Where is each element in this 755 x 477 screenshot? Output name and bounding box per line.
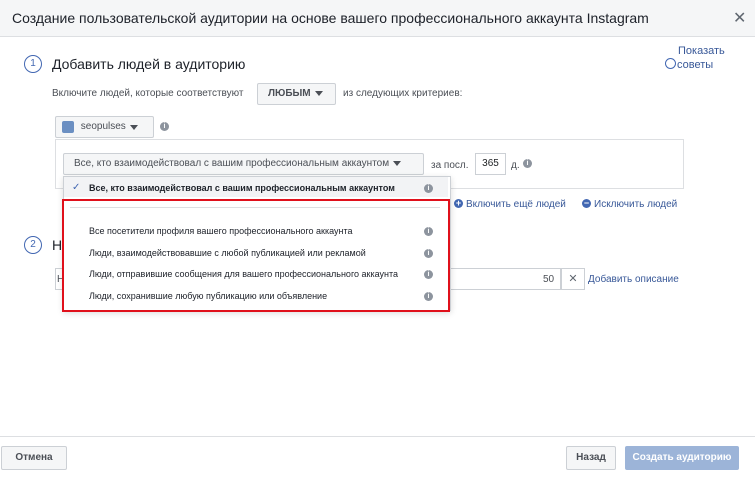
dropdown-divider xyxy=(70,207,440,208)
dropdown-option[interactable]: Люди, отправившие сообщения для вашего п… xyxy=(89,269,398,279)
info-icon[interactable]: i xyxy=(424,292,433,301)
show-tips-link[interactable]: Показать xyxy=(678,45,725,57)
include-more-link[interactable]: Включить ещё людей xyxy=(466,199,566,210)
step-1-number: 1 xyxy=(24,55,42,73)
account-selector[interactable]: seopulses xyxy=(55,116,154,138)
tips-icon xyxy=(665,58,676,69)
chevron-down-icon xyxy=(393,160,402,166)
days-input[interactable]: 365 xyxy=(475,153,506,175)
include-suffix-text: из следующих критериев: xyxy=(343,88,463,99)
period-label: за посл. xyxy=(431,160,469,171)
dropdown-option[interactable]: Все посетители профиля вашего профессион… xyxy=(89,226,352,236)
back-button[interactable]: Назад xyxy=(566,446,616,470)
dropdown-option[interactable]: Люди, взаимодействовавшие с любой публик… xyxy=(89,248,366,258)
step-2-number: 2 xyxy=(24,236,42,254)
close-icon[interactable]: ✕ xyxy=(733,8,746,28)
step-2-title: Н xyxy=(52,237,63,253)
info-icon[interactable]: i xyxy=(523,159,532,168)
dropdown-option-checked[interactable]: Все, кто взаимодействовал с вашим профес… xyxy=(89,183,395,193)
criteria-dropdown[interactable]: Все, кто взаимодействовал с вашим профес… xyxy=(63,153,424,175)
match-any-value: ЛЮБЫМ xyxy=(268,88,311,99)
dialog-title: Создание пользовательской аудитории на о… xyxy=(12,10,649,26)
chevron-down-icon xyxy=(129,124,138,130)
char-count: 50 xyxy=(543,274,555,285)
info-icon[interactable]: i xyxy=(424,270,433,279)
add-description-link[interactable]: Добавить описание xyxy=(588,274,679,285)
clear-icon[interactable]: ✕ xyxy=(561,268,585,290)
dropdown-option[interactable]: Люди, сохранившие любую публикацию или о… xyxy=(89,291,327,301)
minus-circle-icon: − xyxy=(582,198,591,208)
include-prefix-text: Включите людей, которые соответствуют xyxy=(52,88,244,99)
check-icon: ✓ xyxy=(72,182,81,193)
show-tips-link-2[interactable]: советы xyxy=(677,59,713,71)
account-name: seopulses xyxy=(80,121,126,132)
info-icon[interactable]: i xyxy=(424,227,433,236)
chevron-down-icon xyxy=(314,90,323,96)
criteria-selected: Все, кто взаимодействовал с вашим профес… xyxy=(74,158,390,169)
create-audience-button[interactable]: Создать аудиторию xyxy=(625,446,739,470)
info-icon[interactable]: i xyxy=(160,122,169,131)
info-icon[interactable]: i xyxy=(424,249,433,258)
step-1-title: Добавить людей в аудиторию xyxy=(52,56,246,72)
days-unit: д. xyxy=(511,160,520,171)
plus-circle-icon: + xyxy=(454,198,463,208)
account-avatar xyxy=(62,121,74,133)
match-any-dropdown[interactable]: ЛЮБЫМ xyxy=(257,83,336,105)
info-icon[interactable]: i xyxy=(424,184,433,193)
exclude-link[interactable]: Исключить людей xyxy=(594,199,677,210)
cancel-button[interactable]: Отмена xyxy=(1,446,67,470)
